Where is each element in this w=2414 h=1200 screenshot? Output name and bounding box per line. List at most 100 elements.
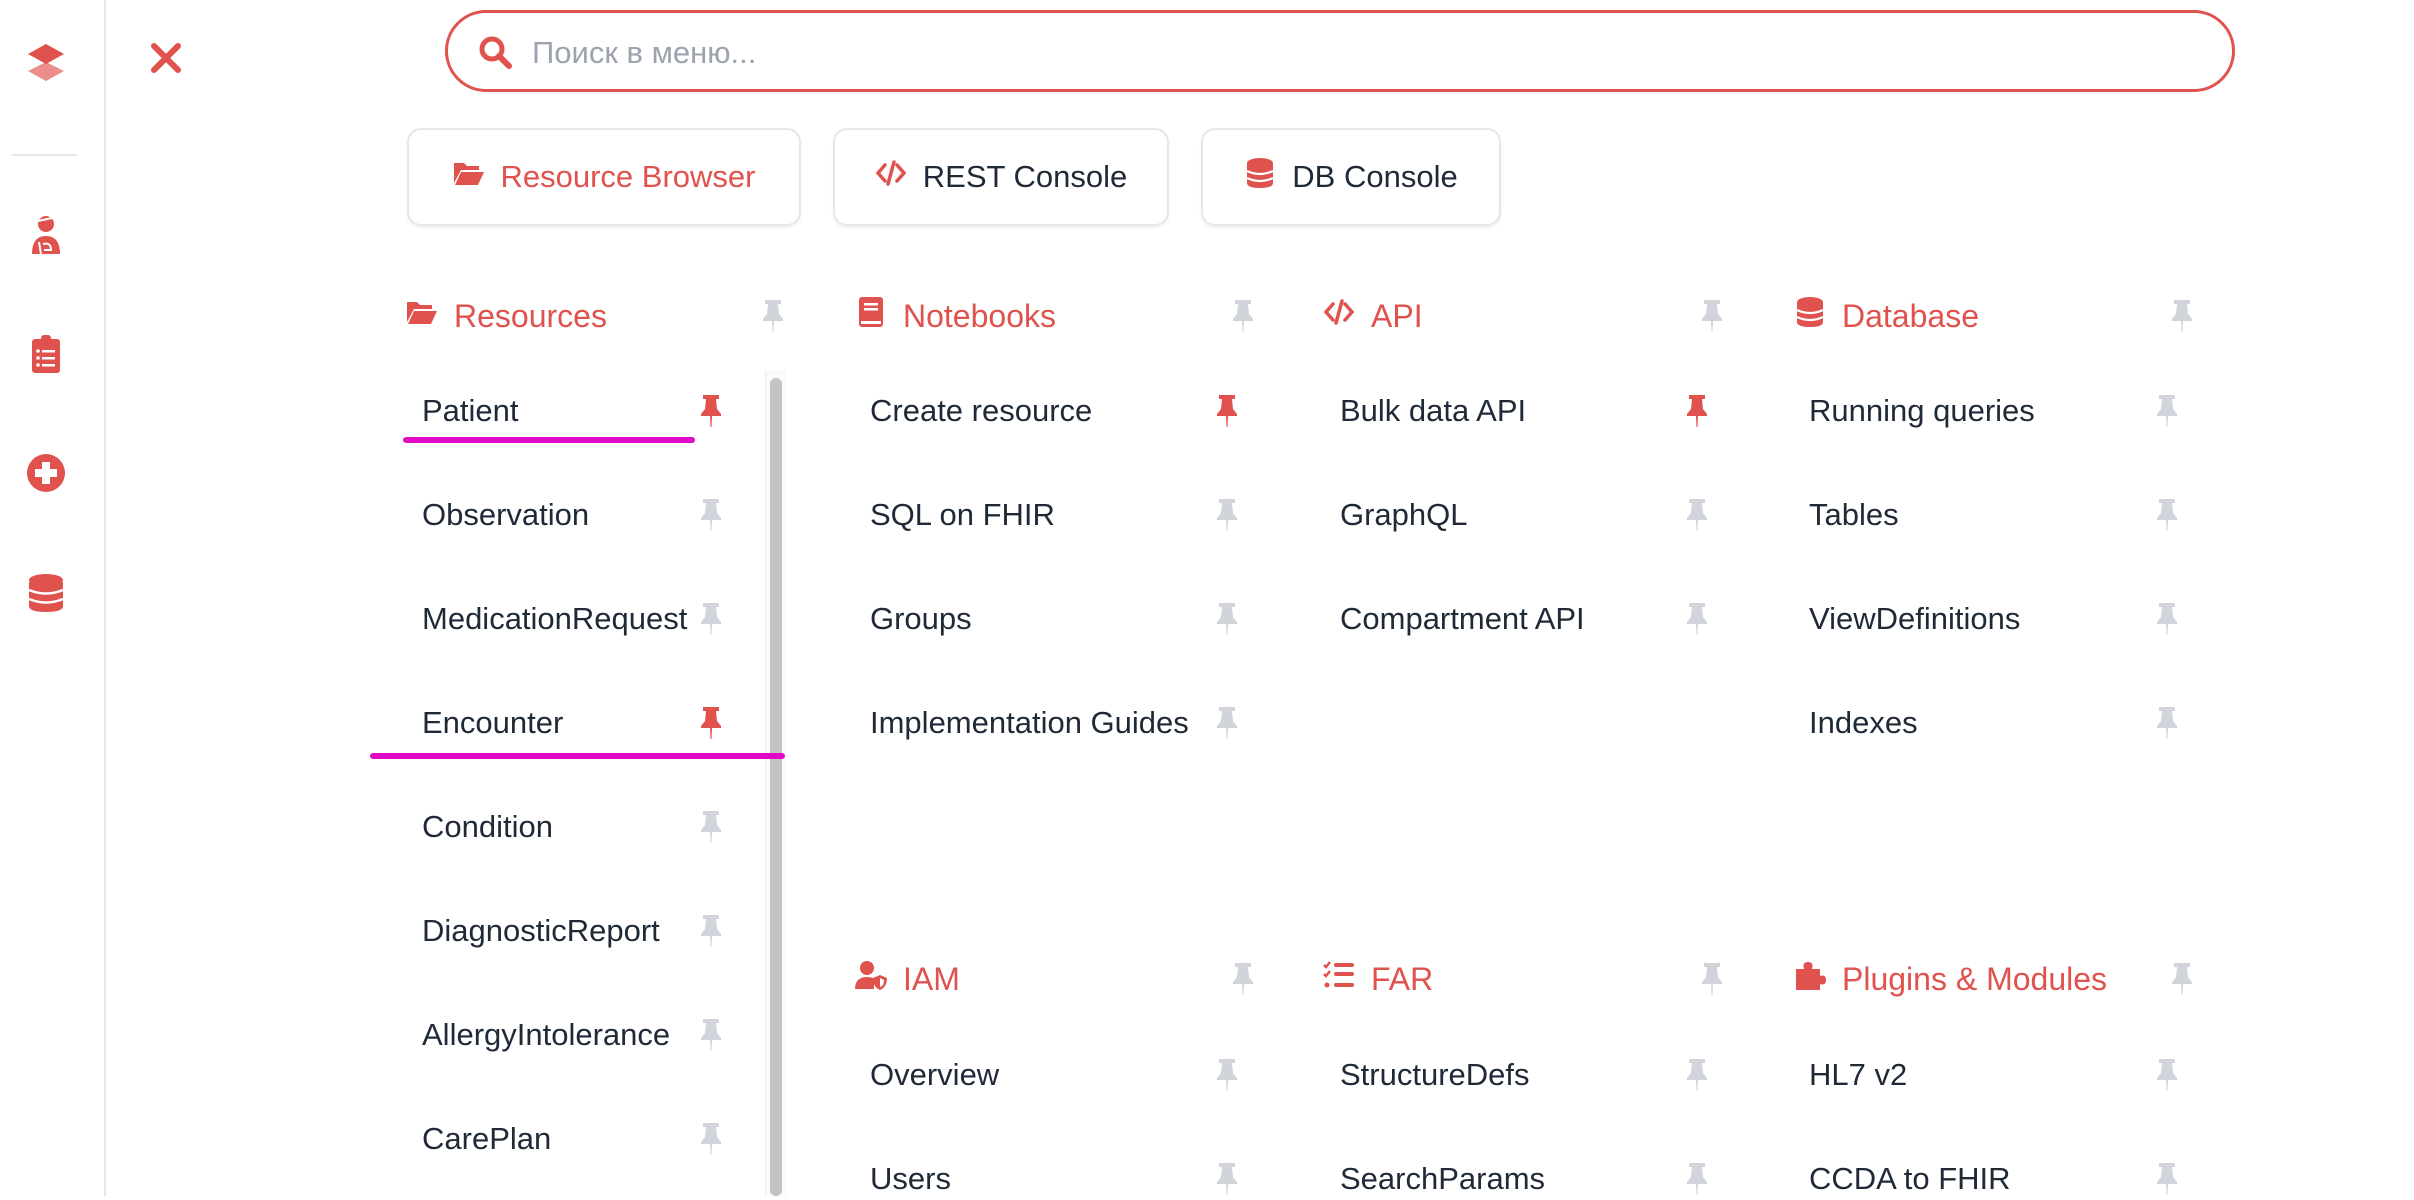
pin-icon[interactable] — [2156, 395, 2178, 427]
pin-active-icon[interactable] — [1216, 395, 1238, 427]
button-label: DB Console — [1292, 159, 1458, 194]
sidebar — [0, 0, 106, 1196]
db-console-button[interactable]: DB Console — [1201, 128, 1501, 226]
resource-browser-button[interactable]: Resource Browser — [407, 128, 801, 226]
section-title: Notebooks — [903, 297, 1056, 334]
pin-icon[interactable] — [700, 1123, 722, 1155]
close-icon[interactable] — [148, 40, 184, 76]
pin-icon[interactable] — [762, 300, 784, 332]
section-title: API — [1371, 297, 1423, 334]
user-injured-icon[interactable] — [26, 214, 66, 255]
menu-item-observation[interactable]: Observation — [422, 497, 589, 533]
pin-icon[interactable] — [1686, 603, 1708, 635]
pin-icon[interactable] — [700, 811, 722, 843]
pin-active-icon[interactable] — [700, 395, 722, 427]
highlight-underline-encounter — [370, 753, 785, 759]
section-header-notebooks[interactable]: Notebooks — [855, 296, 1056, 336]
pin-icon[interactable] — [1216, 1163, 1238, 1195]
search-box[interactable] — [445, 10, 2235, 92]
pin-icon[interactable] — [2156, 1163, 2178, 1195]
menu-item-overview[interactable]: Overview — [870, 1057, 999, 1093]
section-title: IAM — [903, 960, 960, 997]
menu-item-hl7-v2[interactable]: HL7 v2 — [1809, 1057, 1907, 1093]
section-title: FAR — [1371, 960, 1434, 997]
database-icon — [1794, 296, 1826, 336]
pin-icon[interactable] — [1216, 707, 1238, 739]
menu-item-condition[interactable]: Condition — [422, 809, 553, 845]
clipboard-list-icon[interactable] — [26, 334, 66, 374]
sidebar-divider — [12, 154, 77, 156]
menu-item-allergyintolerance[interactable]: AllergyIntolerance — [422, 1017, 670, 1053]
pin-icon[interactable] — [1232, 300, 1254, 332]
pin-icon[interactable] — [2156, 707, 2178, 739]
menu-item-diagnosticreport[interactable]: DiagnosticReport — [422, 913, 660, 949]
pin-icon[interactable] — [2171, 963, 2193, 995]
pin-active-icon[interactable] — [1686, 395, 1708, 427]
menu-item-viewdefinitions[interactable]: ViewDefinitions — [1809, 601, 2020, 637]
pin-icon[interactable] — [1701, 963, 1723, 995]
menu-item-ccda-to-fhir[interactable]: CCDA to FHIR — [1809, 1161, 2011, 1197]
pin-icon[interactable] — [1686, 499, 1708, 531]
pin-icon[interactable] — [700, 915, 722, 947]
section-header-iam[interactable]: IAM — [855, 959, 960, 999]
menu-item-patient[interactable]: Patient — [422, 393, 519, 429]
database-icon — [1244, 157, 1276, 197]
database-icon[interactable] — [26, 573, 66, 613]
highlight-underline-patient — [403, 437, 695, 443]
pin-icon[interactable] — [2171, 300, 2193, 332]
section-header-plugins-modules[interactable]: Plugins & Modules — [1794, 959, 2107, 999]
menu-item-create-resource[interactable]: Create resource — [870, 393, 1092, 429]
folder-open-icon — [453, 157, 485, 197]
pin-icon[interactable] — [1232, 963, 1254, 995]
plus-circle-icon[interactable] — [26, 453, 66, 493]
section-header-resources[interactable]: Resources — [406, 296, 607, 336]
pin-icon[interactable] — [1216, 499, 1238, 531]
menu-item-structuredefs[interactable]: StructureDefs — [1340, 1057, 1530, 1093]
code-icon — [1323, 296, 1355, 336]
search-input[interactable] — [530, 25, 2134, 81]
folder-open-icon — [406, 296, 438, 336]
button-label: Resource Browser — [500, 159, 756, 194]
section-header-api[interactable]: API — [1323, 296, 1423, 336]
menu-item-searchparams[interactable]: SearchParams — [1340, 1161, 1545, 1197]
pin-icon[interactable] — [700, 1019, 722, 1051]
rest-console-button[interactable]: REST Console — [833, 128, 1169, 226]
pin-icon[interactable] — [2156, 1059, 2178, 1091]
pin-icon[interactable] — [2156, 603, 2178, 635]
puzzle-icon — [1794, 959, 1826, 999]
menu-item-groups[interactable]: Groups — [870, 601, 972, 637]
pin-icon[interactable] — [2156, 499, 2178, 531]
scrollbar-thumb[interactable] — [770, 378, 782, 1196]
section-title: Resources — [454, 297, 607, 334]
user-shield-icon — [855, 959, 887, 999]
list-check-icon — [1323, 959, 1355, 999]
section-title: Database — [1842, 297, 1979, 334]
menu-item-sql-on-fhir[interactable]: SQL on FHIR — [870, 497, 1055, 533]
section-header-far[interactable]: FAR — [1323, 959, 1433, 999]
menu-item-users[interactable]: Users — [870, 1161, 951, 1197]
logo-icon[interactable] — [26, 42, 66, 82]
menu-item-graphql[interactable]: GraphQL — [1340, 497, 1468, 533]
menu-item-careplan[interactable]: CarePlan — [422, 1121, 551, 1157]
button-label: REST Console — [922, 159, 1128, 194]
pin-icon[interactable] — [1701, 300, 1723, 332]
menu-item-implementation-guides[interactable]: Implementation Guides — [870, 705, 1189, 741]
section-header-database[interactable]: Database — [1794, 296, 1979, 336]
pin-icon[interactable] — [700, 603, 722, 635]
menu-item-tables[interactable]: Tables — [1809, 497, 1899, 533]
menu-item-encounter[interactable]: Encounter — [422, 705, 563, 741]
pin-icon[interactable] — [1216, 1059, 1238, 1091]
menu-item-bulk-data-api[interactable]: Bulk data API — [1340, 393, 1526, 429]
menu-item-indexes[interactable]: Indexes — [1809, 705, 1918, 741]
code-icon — [875, 157, 907, 197]
pin-icon[interactable] — [1686, 1059, 1708, 1091]
menu-item-medicationrequest[interactable]: MedicationRequest — [422, 601, 687, 637]
pin-active-icon[interactable] — [700, 707, 722, 739]
pin-icon[interactable] — [1216, 603, 1238, 635]
pin-icon[interactable] — [700, 499, 722, 531]
pin-icon[interactable] — [1686, 1163, 1708, 1195]
menu-item-compartment-api[interactable]: Compartment API — [1340, 601, 1585, 637]
menu-item-running-queries[interactable]: Running queries — [1809, 393, 2035, 429]
section-title: Plugins & Modules — [1842, 960, 2108, 997]
search-icon — [479, 36, 512, 69]
